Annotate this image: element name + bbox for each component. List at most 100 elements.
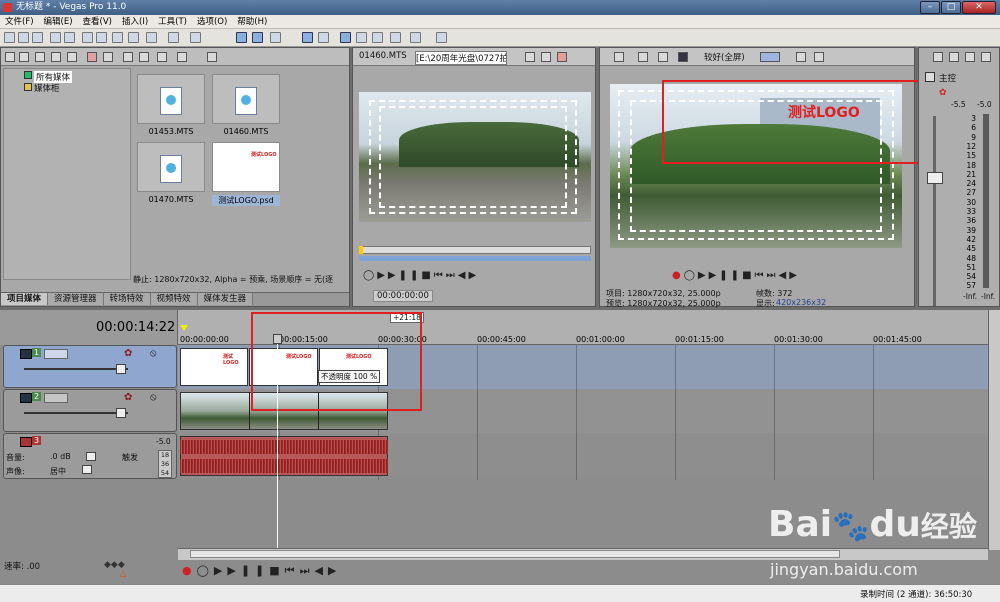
redo-icon[interactable] (190, 32, 201, 43)
menu-edit[interactable]: 编辑(E) (39, 15, 78, 29)
open-icon[interactable] (18, 32, 29, 43)
auto-preview-icon[interactable] (157, 52, 167, 62)
menu-tools[interactable]: 工具(T) (153, 15, 192, 29)
mute-icon[interactable]: ⦸ (150, 348, 157, 359)
save-icon[interactable] (525, 52, 535, 62)
opacity-slider[interactable] (116, 364, 126, 374)
media-thumb-01460[interactable] (212, 74, 280, 124)
refresh-icon[interactable] (51, 52, 61, 62)
views-icon[interactable] (177, 52, 187, 62)
search-media-icon[interactable] (67, 52, 77, 62)
close-icon[interactable] (557, 52, 567, 62)
snap-icon[interactable] (236, 32, 247, 43)
logo-event[interactable]: 测试LOGO (180, 348, 248, 386)
delete-icon[interactable] (128, 32, 139, 43)
zoom-tool-icon[interactable] (390, 32, 401, 43)
save-icon[interactable] (32, 32, 43, 43)
remove-media-icon[interactable] (87, 52, 97, 62)
new-icon[interactable] (4, 32, 15, 43)
media-thumb-logo[interactable]: 测试LOGO (212, 142, 280, 192)
ignore-grouping-icon[interactable] (318, 32, 329, 43)
menu-options[interactable]: 选项(O) (192, 15, 232, 29)
auto-crossfade-icon[interactable] (252, 32, 263, 43)
trimmer-path-select[interactable]: [E:\20周年光盘\0727拍 (415, 51, 507, 65)
preview-stop-icon[interactable] (139, 52, 149, 62)
trimmer-timecode[interactable]: 00:00:00:00 (373, 290, 433, 302)
split-screen-icon[interactable] (678, 52, 688, 62)
render-icon[interactable] (64, 32, 75, 43)
trimmer-transport[interactable]: ◯▶▶❚❚■⏮⏭◀▶ (363, 270, 479, 281)
tab-video-fx[interactable]: 视频特效 (150, 293, 198, 305)
selection-tool-icon[interactable] (372, 32, 383, 43)
track-fx-icon[interactable]: ✿ (124, 392, 132, 403)
insert-bus-icon[interactable] (949, 52, 959, 62)
mute-icon[interactable]: ⦸ (150, 392, 157, 403)
close-button[interactable]: ✕ (962, 1, 996, 14)
playhead-handle[interactable] (273, 334, 282, 344)
track-header-1[interactable]: 1 ✿ ⦸ (3, 345, 177, 388)
trigger-label[interactable]: 触发 (122, 452, 138, 463)
playhead-line[interactable] (277, 336, 278, 548)
menu-help[interactable]: 帮助(H) (232, 15, 272, 29)
paste-icon[interactable] (541, 52, 551, 62)
track-name-field[interactable] (44, 393, 68, 403)
paint-icon[interactable] (410, 32, 421, 43)
capture-icon[interactable] (19, 52, 29, 62)
tree-item-media-bins[interactable]: 媒体柜 (34, 82, 60, 94)
track-fx-icon[interactable]: ✿ (124, 348, 132, 359)
trimmer-selection-bar[interactable] (359, 256, 591, 261)
master-fader[interactable] (927, 172, 943, 184)
tab-explorer[interactable]: 资源管理器 (48, 293, 104, 305)
video-fx-icon[interactable] (658, 52, 668, 62)
pan-slider[interactable] (82, 465, 92, 474)
timeline-transport[interactable]: ●◯▶▶❚❚■⏮⏭◀▶ (182, 564, 341, 578)
media-thumb-01470[interactable] (137, 142, 205, 192)
preview-quality-select[interactable]: 较好(全屏) (704, 51, 745, 63)
timeline-vertical-scrollbar[interactable] (988, 310, 1000, 550)
volume-slider[interactable] (86, 452, 96, 461)
menu-insert[interactable]: 插入(I) (117, 15, 153, 29)
trimmer-scrub-bar[interactable] (359, 246, 591, 254)
import-icon[interactable] (5, 52, 15, 62)
tab-transitions[interactable]: 转场特效 (103, 293, 151, 305)
menu-view[interactable]: 查看(V) (78, 15, 117, 29)
fx-icon[interactable] (965, 52, 975, 62)
save-snapshot-icon[interactable] (814, 52, 824, 62)
menu-file[interactable]: 文件(F) (0, 15, 39, 29)
help-icon[interactable] (436, 32, 447, 43)
opacity-slider[interactable] (116, 408, 126, 418)
normal-edit-tool-icon[interactable] (340, 32, 351, 43)
minimize-button[interactable]: – (920, 1, 940, 14)
project-properties-icon[interactable] (614, 52, 624, 62)
loop-start-marker[interactable] (180, 325, 188, 331)
overlays-icon[interactable] (760, 52, 780, 62)
timeline-timecode[interactable]: 00:00:14:22 (96, 320, 175, 335)
trim-icon[interactable] (146, 32, 157, 43)
track-header-2[interactable]: 2 ✿ ⦸ (3, 389, 177, 432)
cut-icon[interactable] (82, 32, 93, 43)
mixer-icon[interactable] (933, 52, 943, 62)
preview-transport[interactable]: ●◯▶▶❚❚■⏮⏭◀▶ (672, 270, 800, 281)
media-fx-icon[interactable] (103, 52, 113, 62)
media-thumb-01453[interactable] (137, 74, 205, 124)
tab-media-generators[interactable]: 媒体发生器 (197, 293, 254, 305)
lock-envelope-icon[interactable] (302, 32, 313, 43)
get-media-icon[interactable] (35, 52, 45, 62)
copy-icon[interactable] (96, 32, 107, 43)
paste-icon[interactable] (112, 32, 123, 43)
track-header-3[interactable]: 3 音量: .0 dB 触发 声像: 居中 -5.0 18 36 54 (3, 433, 177, 479)
master-fx-icon[interactable]: ✿ (939, 88, 947, 98)
external-monitor-icon[interactable] (638, 52, 648, 62)
tab-project-media[interactable]: 项目媒体 (1, 293, 49, 305)
scroll-thumb[interactable] (190, 550, 840, 558)
envelope-tool-icon[interactable] (356, 32, 367, 43)
copy-snapshot-icon[interactable] (796, 52, 806, 62)
preview-play-icon[interactable] (123, 52, 133, 62)
search-icon[interactable] (207, 52, 217, 62)
undo-icon[interactable] (168, 32, 179, 43)
properties-icon[interactable] (50, 32, 61, 43)
master-enable-checkbox[interactable] (925, 72, 935, 82)
track-name-field[interactable] (44, 349, 68, 359)
maximize-button[interactable]: □ (941, 1, 961, 14)
downmix-icon[interactable] (981, 52, 991, 62)
